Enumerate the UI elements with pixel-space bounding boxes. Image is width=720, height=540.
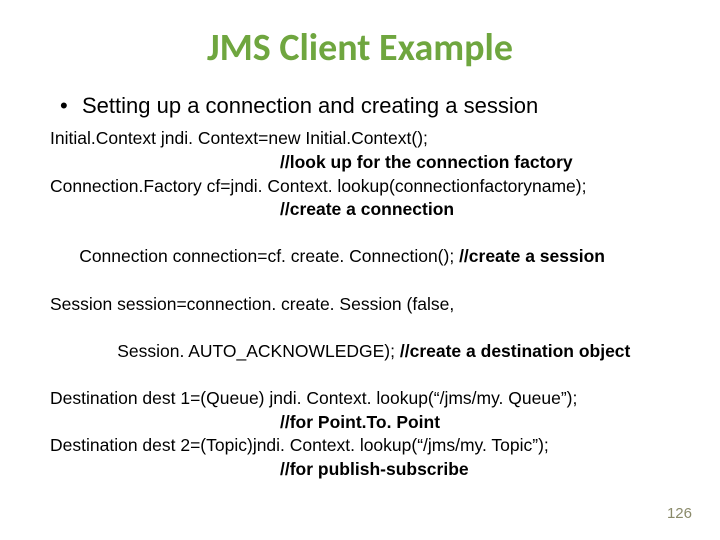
code-line: Session. AUTO_ACKNOWLEDGE); //create a d… [50, 316, 670, 387]
code-comment: //look up for the connection factory [50, 151, 670, 175]
code-line: Session session=connection. create. Sess… [50, 293, 670, 317]
code-comment: //create a connection [50, 198, 670, 222]
code-comment-inline: //create a destination object [400, 341, 630, 361]
code-line: Connection.Factory cf=jndi. Context. loo… [50, 175, 670, 199]
code-line: Destination dest 1=(Queue) jndi. Context… [50, 387, 670, 411]
code-line: Initial.Context jndi. Context=new Initia… [50, 127, 670, 151]
slide-title: JMS Client Example [50, 28, 670, 70]
bullet-main: Setting up a connection and creating a s… [60, 92, 670, 120]
code-line: Connection connection=cf. create. Connec… [50, 222, 670, 293]
code-block: Initial.Context jndi. Context=new Initia… [50, 127, 670, 481]
code-comment: //for Point.To. Point [50, 411, 670, 435]
code-comment: //for publish-subscribe [50, 458, 670, 482]
slide: JMS Client Example Setting up a connecti… [0, 0, 720, 540]
code-comment-inline: //create a session [459, 246, 605, 266]
page-number: 126 [667, 505, 692, 522]
code-line: Destination dest 2=(Topic)jndi. Context.… [50, 434, 670, 458]
code-text: Session. AUTO_ACKNOWLEDGE); [117, 341, 400, 361]
code-text: Connection connection=cf. create. Connec… [79, 246, 459, 266]
